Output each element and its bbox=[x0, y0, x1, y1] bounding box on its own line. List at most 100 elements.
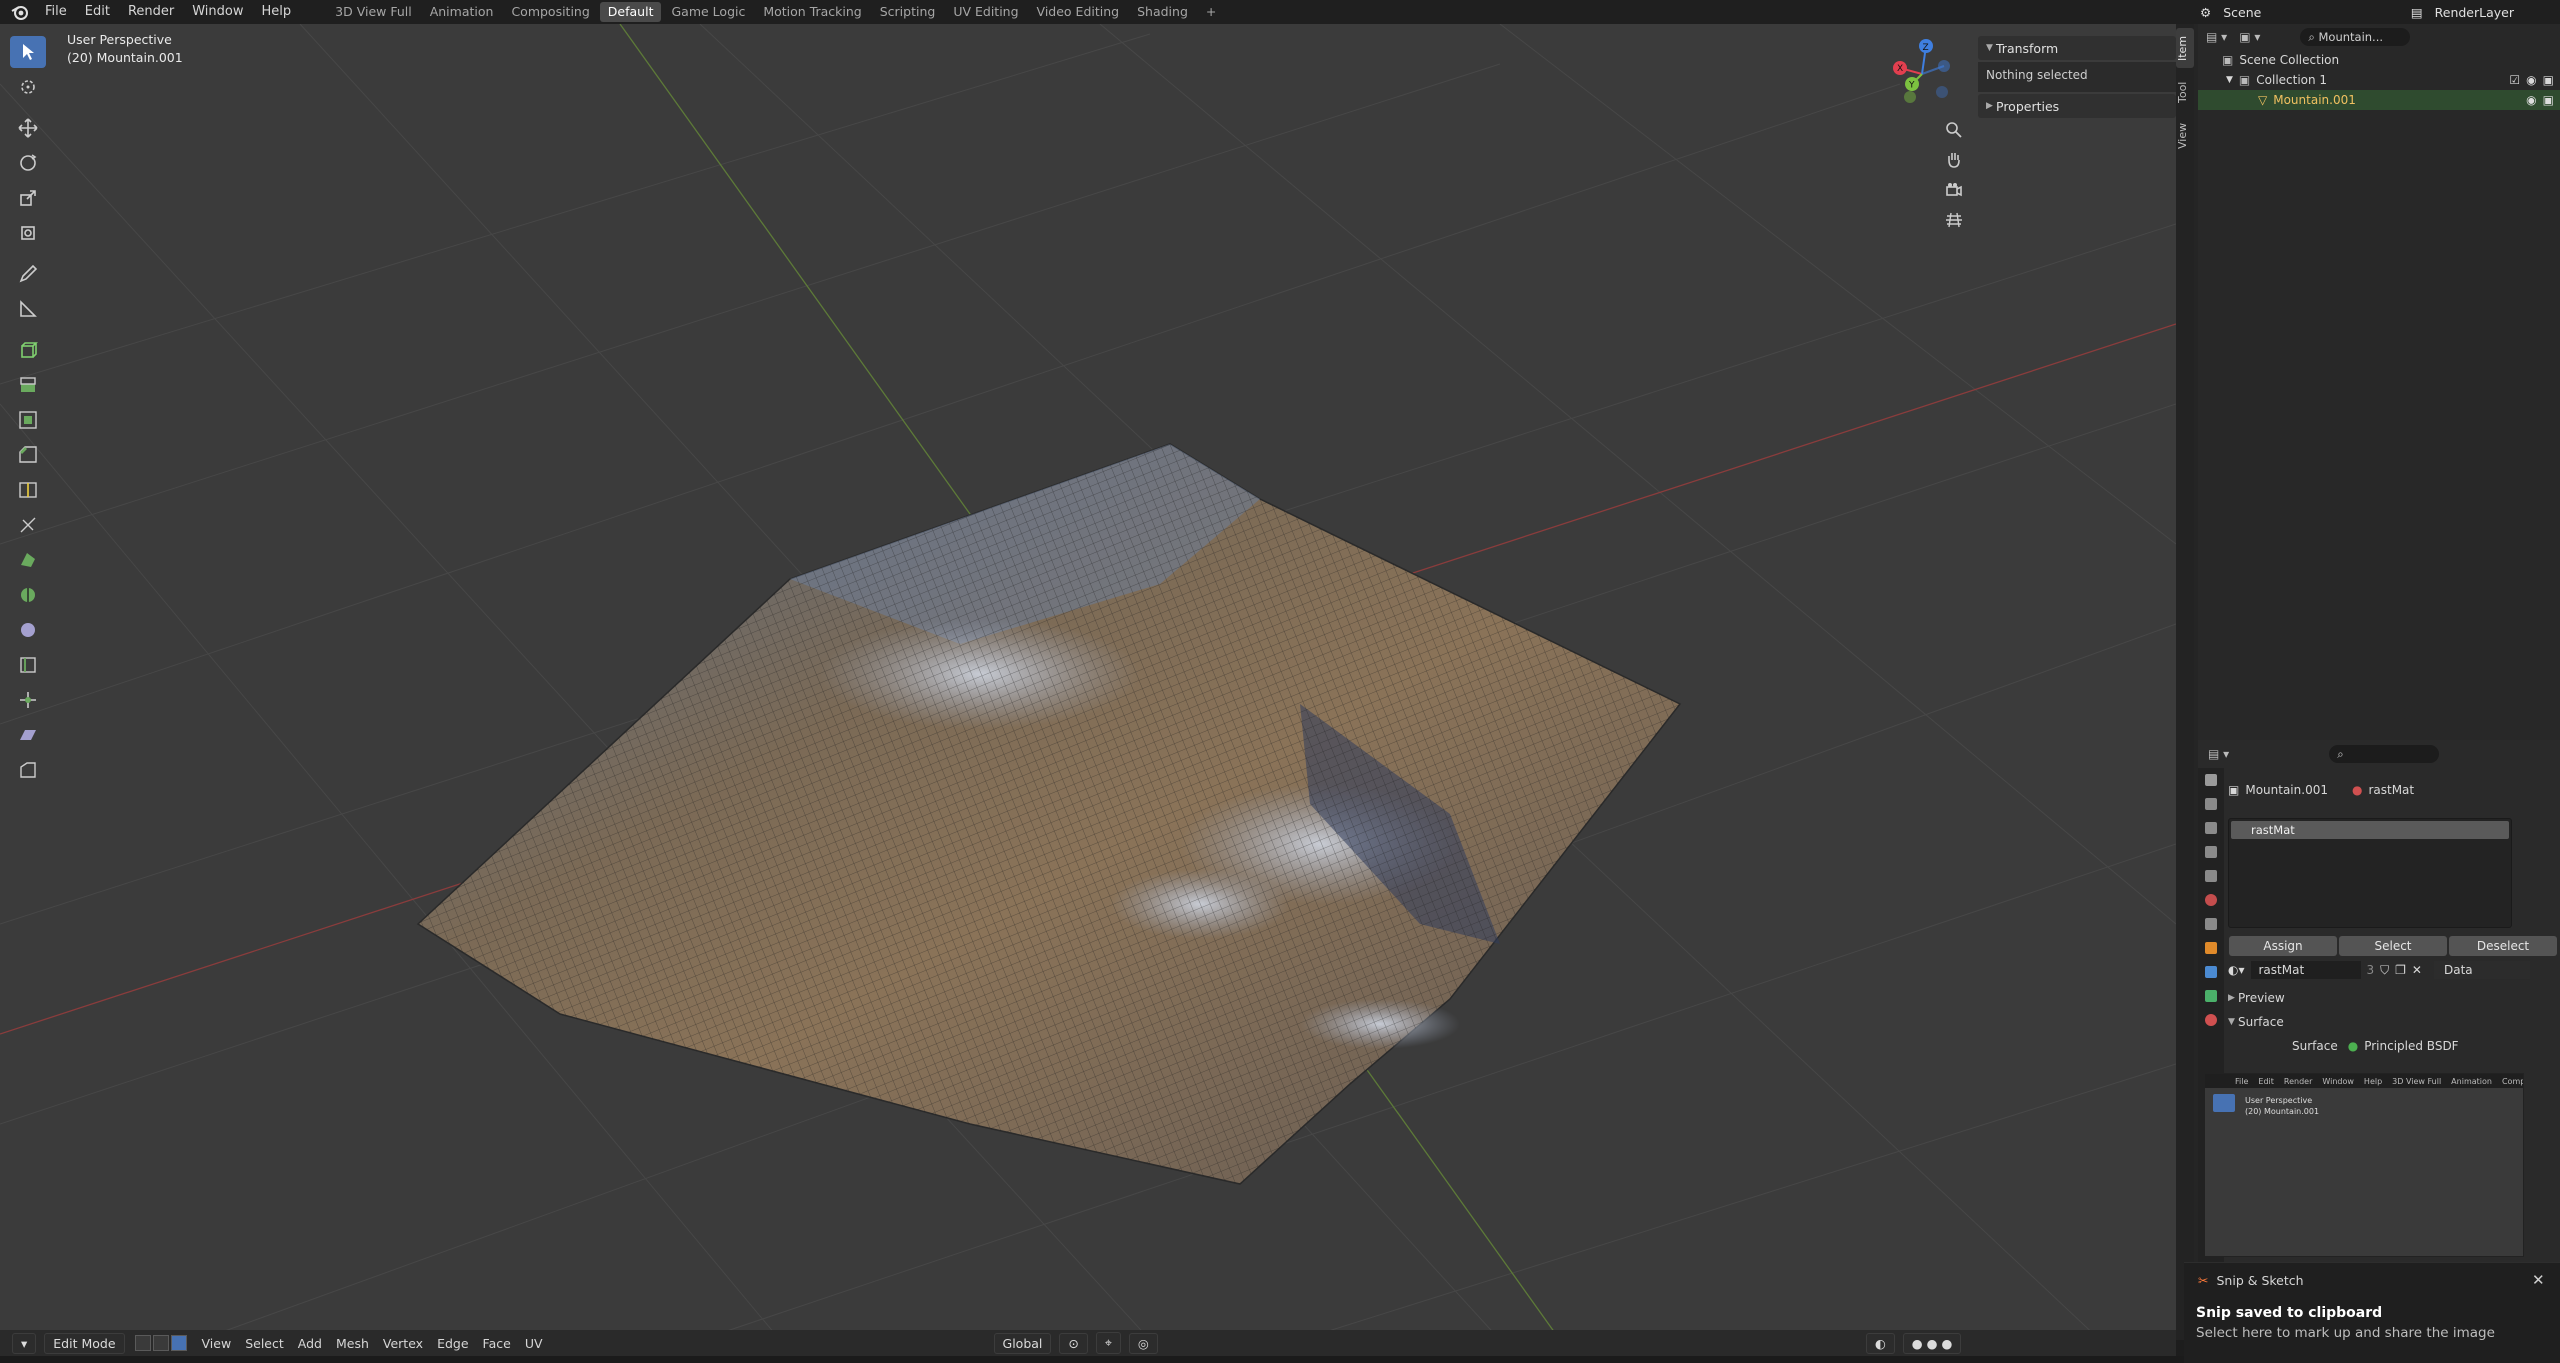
editor-type-dropdown[interactable]: ▤ ▾ bbox=[2208, 747, 2229, 761]
eye-icon[interactable]: ◉ bbox=[2526, 93, 2536, 107]
menu-add[interactable]: Add bbox=[291, 1336, 329, 1351]
blender-logo-icon[interactable] bbox=[10, 2, 30, 22]
menu-edge[interactable]: Edge bbox=[430, 1336, 475, 1351]
workspace-tab-motion-tracking[interactable]: Motion Tracking bbox=[755, 2, 869, 22]
render-layer-name[interactable]: RenderLayer bbox=[2429, 5, 2520, 20]
menu-view[interactable]: View bbox=[195, 1336, 239, 1351]
mode-dropdown[interactable]: Edit Mode bbox=[44, 1332, 125, 1354]
view-layer-tab[interactable] bbox=[2198, 840, 2224, 864]
checkbox-icon[interactable]: ☑ bbox=[2509, 73, 2520, 87]
outliner-object-mountain[interactable]: ▽ Mountain.001 ◉ ▣ bbox=[2198, 90, 2560, 110]
transform-panel-header[interactable]: ▼ Transform bbox=[1978, 36, 2176, 60]
tab-item[interactable]: Item bbox=[2176, 28, 2194, 68]
scene-name[interactable]: Scene bbox=[2217, 5, 2267, 20]
bevel-tool[interactable] bbox=[10, 439, 46, 471]
tool-tab[interactable] bbox=[2198, 768, 2224, 792]
outliner-search-field[interactable]: ⌕ Mountain... bbox=[2300, 28, 2411, 46]
render-tab[interactable] bbox=[2198, 792, 2224, 816]
material-slot-item[interactable]: rastMat bbox=[2231, 821, 2509, 839]
poly-build-tool[interactable] bbox=[10, 544, 46, 576]
workspace-tab-default[interactable]: Default bbox=[599, 2, 662, 22]
tab-tool[interactable]: Tool bbox=[2176, 72, 2194, 112]
edge-select-mode-button[interactable] bbox=[152, 1335, 169, 1351]
display-mode-dropdown[interactable]: ▤ ▾ bbox=[2206, 30, 2227, 44]
surface-shader-field[interactable]: Principled BSDF bbox=[2364, 1039, 2458, 1053]
overlay-toggle[interactable]: ◐ bbox=[1865, 1332, 1895, 1354]
shear-tool[interactable] bbox=[10, 719, 46, 751]
object-tab[interactable] bbox=[2198, 936, 2224, 960]
screenshot-thumbnail[interactable]: File Edit Render Window Help 3D View Ful… bbox=[2204, 1073, 2524, 1257]
menu-file[interactable]: File bbox=[36, 0, 76, 24]
shading-mode-buttons[interactable]: ● ● ● bbox=[1902, 1332, 1962, 1354]
data-tab[interactable] bbox=[2198, 984, 2224, 1008]
viewport-scene[interactable] bbox=[0, 24, 2176, 1340]
knife-tool[interactable] bbox=[10, 509, 46, 541]
workspace-tab-3d-view-full[interactable]: 3D View Full bbox=[327, 2, 420, 22]
toast-close-button[interactable]: ✕ bbox=[2532, 1271, 2545, 1289]
snip-sketch-notification[interactable]: ✂ Snip & Sketch ✕ Snip saved to clipboar… bbox=[2184, 1262, 2560, 1363]
menu-uv[interactable]: UV bbox=[518, 1336, 550, 1351]
collection-tab[interactable] bbox=[2198, 912, 2224, 936]
loop-cut-tool[interactable] bbox=[10, 474, 46, 506]
workspace-tab-shading[interactable]: Shading bbox=[1129, 2, 1196, 22]
scene-tab[interactable] bbox=[2198, 864, 2224, 888]
spin-tool[interactable] bbox=[10, 579, 46, 611]
vertex-select-mode-button[interactable] bbox=[134, 1335, 151, 1351]
menu-select[interactable]: Select bbox=[238, 1336, 291, 1351]
menu-vertex[interactable]: Vertex bbox=[376, 1336, 430, 1351]
world-tab[interactable] bbox=[2198, 888, 2224, 912]
unlink-icon[interactable]: ✕ bbox=[2412, 963, 2422, 977]
material-tab[interactable] bbox=[2198, 1008, 2224, 1032]
material-browse-icon[interactable]: ◐▾ bbox=[2228, 963, 2245, 977]
workspace-tab-video-editing[interactable]: Video Editing bbox=[1029, 2, 1128, 22]
workspace-tab-scripting[interactable]: Scripting bbox=[872, 2, 944, 22]
pivot-point-dropdown[interactable]: ⊙ bbox=[1059, 1332, 1088, 1354]
tab-view[interactable]: View bbox=[2176, 116, 2194, 156]
filter-dropdown[interactable]: ▣ ▾ bbox=[2239, 30, 2260, 44]
snap-toggle[interactable]: ⌖ bbox=[1095, 1332, 1121, 1354]
menu-help[interactable]: Help bbox=[253, 0, 301, 24]
cursor-tool[interactable] bbox=[10, 71, 46, 103]
workspace-tab-compositing[interactable]: Compositing bbox=[503, 2, 597, 22]
toggle-orthographic-button[interactable] bbox=[1940, 206, 1968, 234]
menu-window[interactable]: Window bbox=[183, 0, 252, 24]
properties-panel-header[interactable]: ▶ Properties bbox=[1978, 94, 2176, 118]
menu-face[interactable]: Face bbox=[476, 1336, 518, 1351]
output-tab[interactable] bbox=[2198, 816, 2224, 840]
smooth-tool[interactable] bbox=[10, 614, 46, 646]
preview-panel-header[interactable]: ▶ Preview bbox=[2228, 986, 2558, 1010]
select-button[interactable]: Select bbox=[2339, 936, 2447, 956]
scene-icon[interactable]: ⚙ bbox=[2194, 5, 2217, 20]
measure-tool[interactable] bbox=[10, 293, 46, 325]
inset-tool[interactable] bbox=[10, 404, 46, 436]
move-tool[interactable] bbox=[10, 112, 46, 144]
select-box-tool[interactable] bbox=[10, 36, 46, 68]
zoom-button[interactable] bbox=[1940, 116, 1968, 144]
link-dropdown[interactable]: Data bbox=[2433, 961, 2530, 979]
pan-button[interactable] bbox=[1940, 146, 1968, 174]
menu-mesh[interactable]: Mesh bbox=[329, 1336, 376, 1351]
transform-tool[interactable] bbox=[10, 217, 46, 249]
navigation-gizmo[interactable]: Z X Y bbox=[1882, 32, 1962, 112]
annotate-tool[interactable] bbox=[10, 258, 46, 290]
camera-icon[interactable]: ▣ bbox=[2543, 93, 2554, 107]
camera-view-button[interactable] bbox=[1940, 176, 1968, 204]
proportional-edit-toggle[interactable]: ◎ bbox=[1128, 1332, 1158, 1354]
edge-slide-tool[interactable] bbox=[10, 649, 46, 681]
workspace-tab-animation[interactable]: Animation bbox=[422, 2, 502, 22]
assign-button[interactable]: Assign bbox=[2229, 936, 2337, 956]
deselect-button[interactable]: Deselect bbox=[2449, 936, 2557, 956]
fake-user-icon[interactable]: ⛉ bbox=[2380, 963, 2389, 978]
add-workspace-button[interactable]: + bbox=[1198, 2, 1224, 22]
workspace-tab-uv-editing[interactable]: UV Editing bbox=[945, 2, 1026, 22]
eye-icon[interactable]: ◉ bbox=[2526, 73, 2536, 87]
shrink-fatten-tool[interactable] bbox=[10, 684, 46, 716]
menu-render[interactable]: Render bbox=[119, 0, 183, 24]
scale-tool[interactable] bbox=[10, 182, 46, 214]
menu-edit[interactable]: Edit bbox=[76, 0, 119, 24]
rotate-tool[interactable] bbox=[10, 147, 46, 179]
extrude-tool[interactable] bbox=[10, 369, 46, 401]
transform-orientation-dropdown[interactable]: Global bbox=[993, 1332, 1052, 1354]
face-select-mode-button[interactable] bbox=[170, 1335, 187, 1351]
camera-icon[interactable]: ▣ bbox=[2543, 73, 2554, 87]
